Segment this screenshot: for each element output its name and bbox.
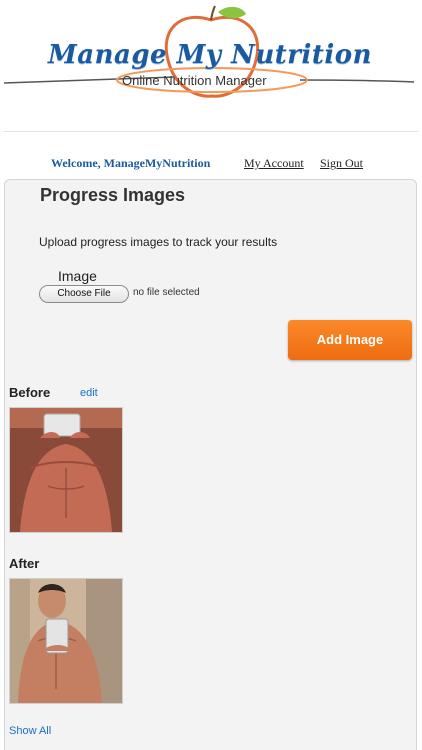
file-status-text: no file selected (133, 287, 200, 298)
before-photo[interactable] (9, 407, 123, 533)
page-title: Progress Images (40, 185, 186, 205)
logo-title: Manage My Nutrition (48, 40, 372, 70)
add-image-button[interactable]: Add Image (288, 320, 412, 360)
after-label: After (9, 556, 40, 571)
panel-description: Upload progress images to track your res… (39, 235, 278, 249)
header-divider (4, 131, 418, 132)
before-label: Before (9, 385, 51, 400)
page: Manage My Nutrition Online Nutrition Man… (0, 0, 422, 750)
show-all-link[interactable]: Show All (9, 725, 51, 737)
progress-images-panel: Progress Images Upload progress images t… (4, 179, 417, 750)
my-account-link[interactable]: My Account (244, 156, 304, 171)
after-photo[interactable] (9, 578, 123, 704)
logo-subtitle: Online Nutrition Manager (122, 73, 267, 88)
image-field-label: Image (58, 268, 97, 284)
before-photo-image (10, 408, 122, 532)
edit-link[interactable]: edit (80, 387, 98, 399)
site-logo[interactable]: Manage My Nutrition Online Nutrition Man… (0, 0, 422, 120)
welcome-text: Welcome, ManageMyNutrition (51, 156, 211, 170)
after-photo-image (10, 579, 122, 703)
sign-out-link[interactable]: Sign Out (320, 156, 363, 171)
welcome-bar: Welcome, ManageMyNutrition My Account Si… (0, 156, 422, 174)
choose-file-button[interactable]: Choose File (39, 285, 129, 303)
